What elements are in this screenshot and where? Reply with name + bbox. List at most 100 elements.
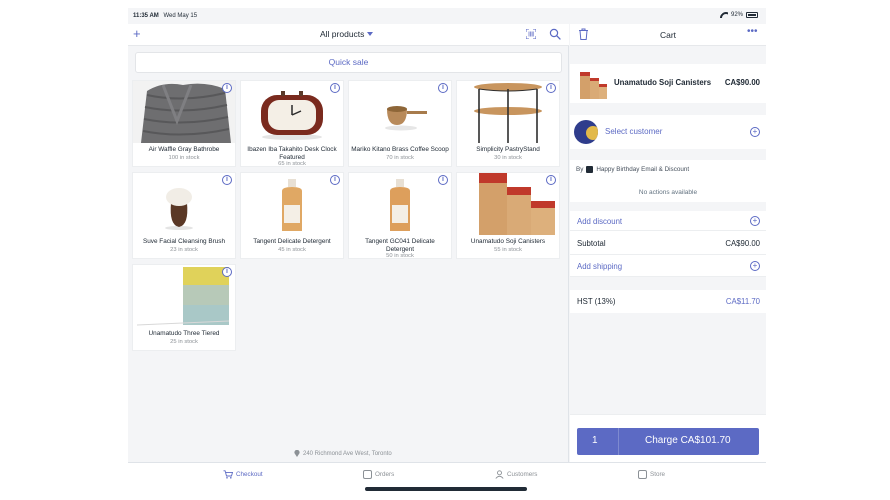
charge-button[interactable]: 1 Charge CA$101.70 xyxy=(577,428,759,455)
discount-name: Happy Birthday Email & Discount xyxy=(596,166,690,173)
product-tile[interactable]: i Simplicity PastryStand 30 in stock xyxy=(456,80,560,167)
home-indicator[interactable] xyxy=(365,487,527,491)
add-discount-row[interactable]: Add discount + xyxy=(570,211,766,231)
product-tile[interactable]: i Air Waffle Gray Bathrobe 100 in stock xyxy=(132,80,236,167)
product-stock: 100 in stock xyxy=(168,155,200,161)
customers-icon xyxy=(495,470,504,479)
product-stock: 25 in stock xyxy=(170,339,198,345)
product-tile[interactable]: i Tangent GC041 Delicate Detergent 50 in… xyxy=(348,172,452,259)
product-name: Suve Facial Cleansing Brush xyxy=(142,238,226,245)
tax-value: CA$11.70 xyxy=(725,297,760,306)
add-shipping-icon[interactable]: + xyxy=(750,261,760,271)
product-tile[interactable]: i Unamatudo Three Tiered 25 in stock xyxy=(132,264,236,351)
no-actions-text: No actions available xyxy=(638,189,698,196)
product-toolbar: + All products xyxy=(128,24,569,46)
product-tile[interactable]: i Tangent Delicate Detergent 45 in stock xyxy=(240,172,344,259)
store-location-text: 240 Richmond Ave West, Toronto xyxy=(303,450,392,457)
store-icon xyxy=(638,470,647,479)
add-shipping-label: Add shipping xyxy=(577,262,623,271)
charge-label: Charge CA$101.70 xyxy=(645,435,731,446)
product-tile[interactable]: i Mariko Kitano Brass Coffee Scoop 70 in… xyxy=(348,80,452,167)
product-name: Unamatudo Soji Canisters xyxy=(470,238,546,245)
subtotal-row: Subtotal CA$90.00 xyxy=(570,231,766,255)
tab-checkout[interactable]: Checkout xyxy=(223,470,263,479)
wifi-icon xyxy=(720,12,728,18)
product-image-bathrobe xyxy=(133,81,235,143)
cart-panel: Cart ••• Unamatudo Soji Canisters CA$90.… xyxy=(570,24,766,462)
tab-label: Customers xyxy=(507,471,538,478)
status-clock: 11:35 AM xyxy=(133,13,159,19)
product-image-soji-canisters xyxy=(457,173,559,235)
product-image-pastry-stand xyxy=(457,81,559,143)
tab-customers[interactable]: Customers xyxy=(495,470,537,479)
line-item-thumbnail xyxy=(576,68,608,99)
add-shipping-row[interactable]: Add shipping + xyxy=(570,255,766,277)
product-name: Tangent GC041 Delicate Detergent xyxy=(365,238,435,253)
product-tile[interactable]: i Unamatudo Soji Canisters 55 in stock xyxy=(456,172,560,259)
location-pin-icon xyxy=(294,450,300,457)
product-name: Ibazen Iba Takahito Desk Clock Featured xyxy=(247,146,337,161)
tab-label: Store xyxy=(650,471,666,478)
tab-bar: Checkout Orders Customers Store xyxy=(128,462,766,492)
product-name: Air Waffle Gray Bathrobe xyxy=(148,146,220,153)
tab-orders[interactable]: Orders xyxy=(363,470,394,479)
orders-icon xyxy=(363,470,372,479)
product-tile[interactable]: i Suve Facial Cleansing Brush 23 in stoc… xyxy=(132,172,236,259)
product-image-detergent xyxy=(241,173,343,235)
tax-row[interactable]: HST (13%) CA$11.70 xyxy=(570,290,766,313)
product-name: Unamatudo Three Tiered xyxy=(148,330,220,337)
discount-source: By Happy Birthday Email & Discount xyxy=(576,166,689,173)
select-customer-row[interactable]: Select customer + xyxy=(570,115,766,149)
tax-label: HST (13%) xyxy=(577,297,616,306)
automatic-discount: By Happy Birthday Email & Discount No ac… xyxy=(570,160,766,202)
status-date: Wed May 15 xyxy=(163,13,198,19)
add-button[interactable]: + xyxy=(133,26,141,42)
search-icon[interactable] xyxy=(549,28,561,40)
product-name: Simplicity PastryStand xyxy=(476,146,540,153)
tab-label: Checkout xyxy=(236,471,263,478)
charge-area: 1 Charge CA$101.70 xyxy=(570,414,766,462)
cart-title: Cart xyxy=(659,30,677,40)
line-item-name: Unamatudo Soji Canisters xyxy=(614,78,712,87)
add-discount-label: Add discount xyxy=(577,217,623,226)
add-customer-icon[interactable]: + xyxy=(750,127,760,137)
info-icon[interactable]: i xyxy=(330,175,340,185)
add-discount-icon[interactable]: + xyxy=(750,216,760,226)
info-icon[interactable]: i xyxy=(438,175,448,185)
barcode-scan-icon[interactable] xyxy=(526,29,536,39)
product-stock: 30 in stock xyxy=(494,155,522,161)
quick-sale-button[interactable]: Quick sale xyxy=(135,52,562,73)
shopify-bag-icon xyxy=(586,166,594,173)
product-stock: 50 in stock xyxy=(386,253,414,259)
product-name: Mariko Kitano Brass Coffee Scoop xyxy=(351,146,449,153)
status-time: 11:35 AM Wed May 15 xyxy=(133,13,197,19)
info-icon[interactable]: i xyxy=(438,83,448,93)
product-name: Tangent Delicate Detergent xyxy=(253,238,331,245)
tab-label: Orders xyxy=(375,471,395,478)
product-stock: 70 in stock xyxy=(386,155,414,161)
line-item-price: CA$90.00 xyxy=(724,78,760,87)
select-customer-label: Select customer xyxy=(605,127,663,136)
product-filter-label: All products xyxy=(320,29,365,39)
more-options-icon[interactable]: ••• xyxy=(747,26,758,37)
info-icon[interactable]: i xyxy=(222,175,232,185)
info-icon[interactable]: i xyxy=(546,83,556,93)
info-icon[interactable]: i xyxy=(222,267,232,277)
store-location: 240 Richmond Ave West, Toronto xyxy=(294,450,392,457)
charge-item-count: 1 xyxy=(592,435,598,446)
info-icon[interactable]: i xyxy=(546,175,556,185)
caret-down-icon xyxy=(367,32,374,36)
product-panel: + All products Quick sale i Air Waffle G… xyxy=(128,24,569,462)
product-stock: 23 in stock xyxy=(170,247,198,253)
pos-app: 11:35 AM Wed May 15 92% + All products Q… xyxy=(128,8,766,492)
info-icon[interactable]: i xyxy=(330,83,340,93)
product-filter-dropdown[interactable]: All products xyxy=(320,29,374,39)
tab-store[interactable]: Store xyxy=(638,470,665,479)
product-image-gc041-detergent xyxy=(349,173,451,235)
subtotal-value: CA$90.00 xyxy=(725,239,760,248)
info-icon[interactable]: i xyxy=(222,83,232,93)
battery-percent: 92% xyxy=(730,12,743,18)
charge-divider xyxy=(618,428,619,455)
product-tile[interactable]: i Ibazen Iba Takahito Desk Clock Feature… xyxy=(240,80,344,167)
cart-line-item[interactable]: Unamatudo Soji Canisters CA$90.00 xyxy=(570,64,766,103)
